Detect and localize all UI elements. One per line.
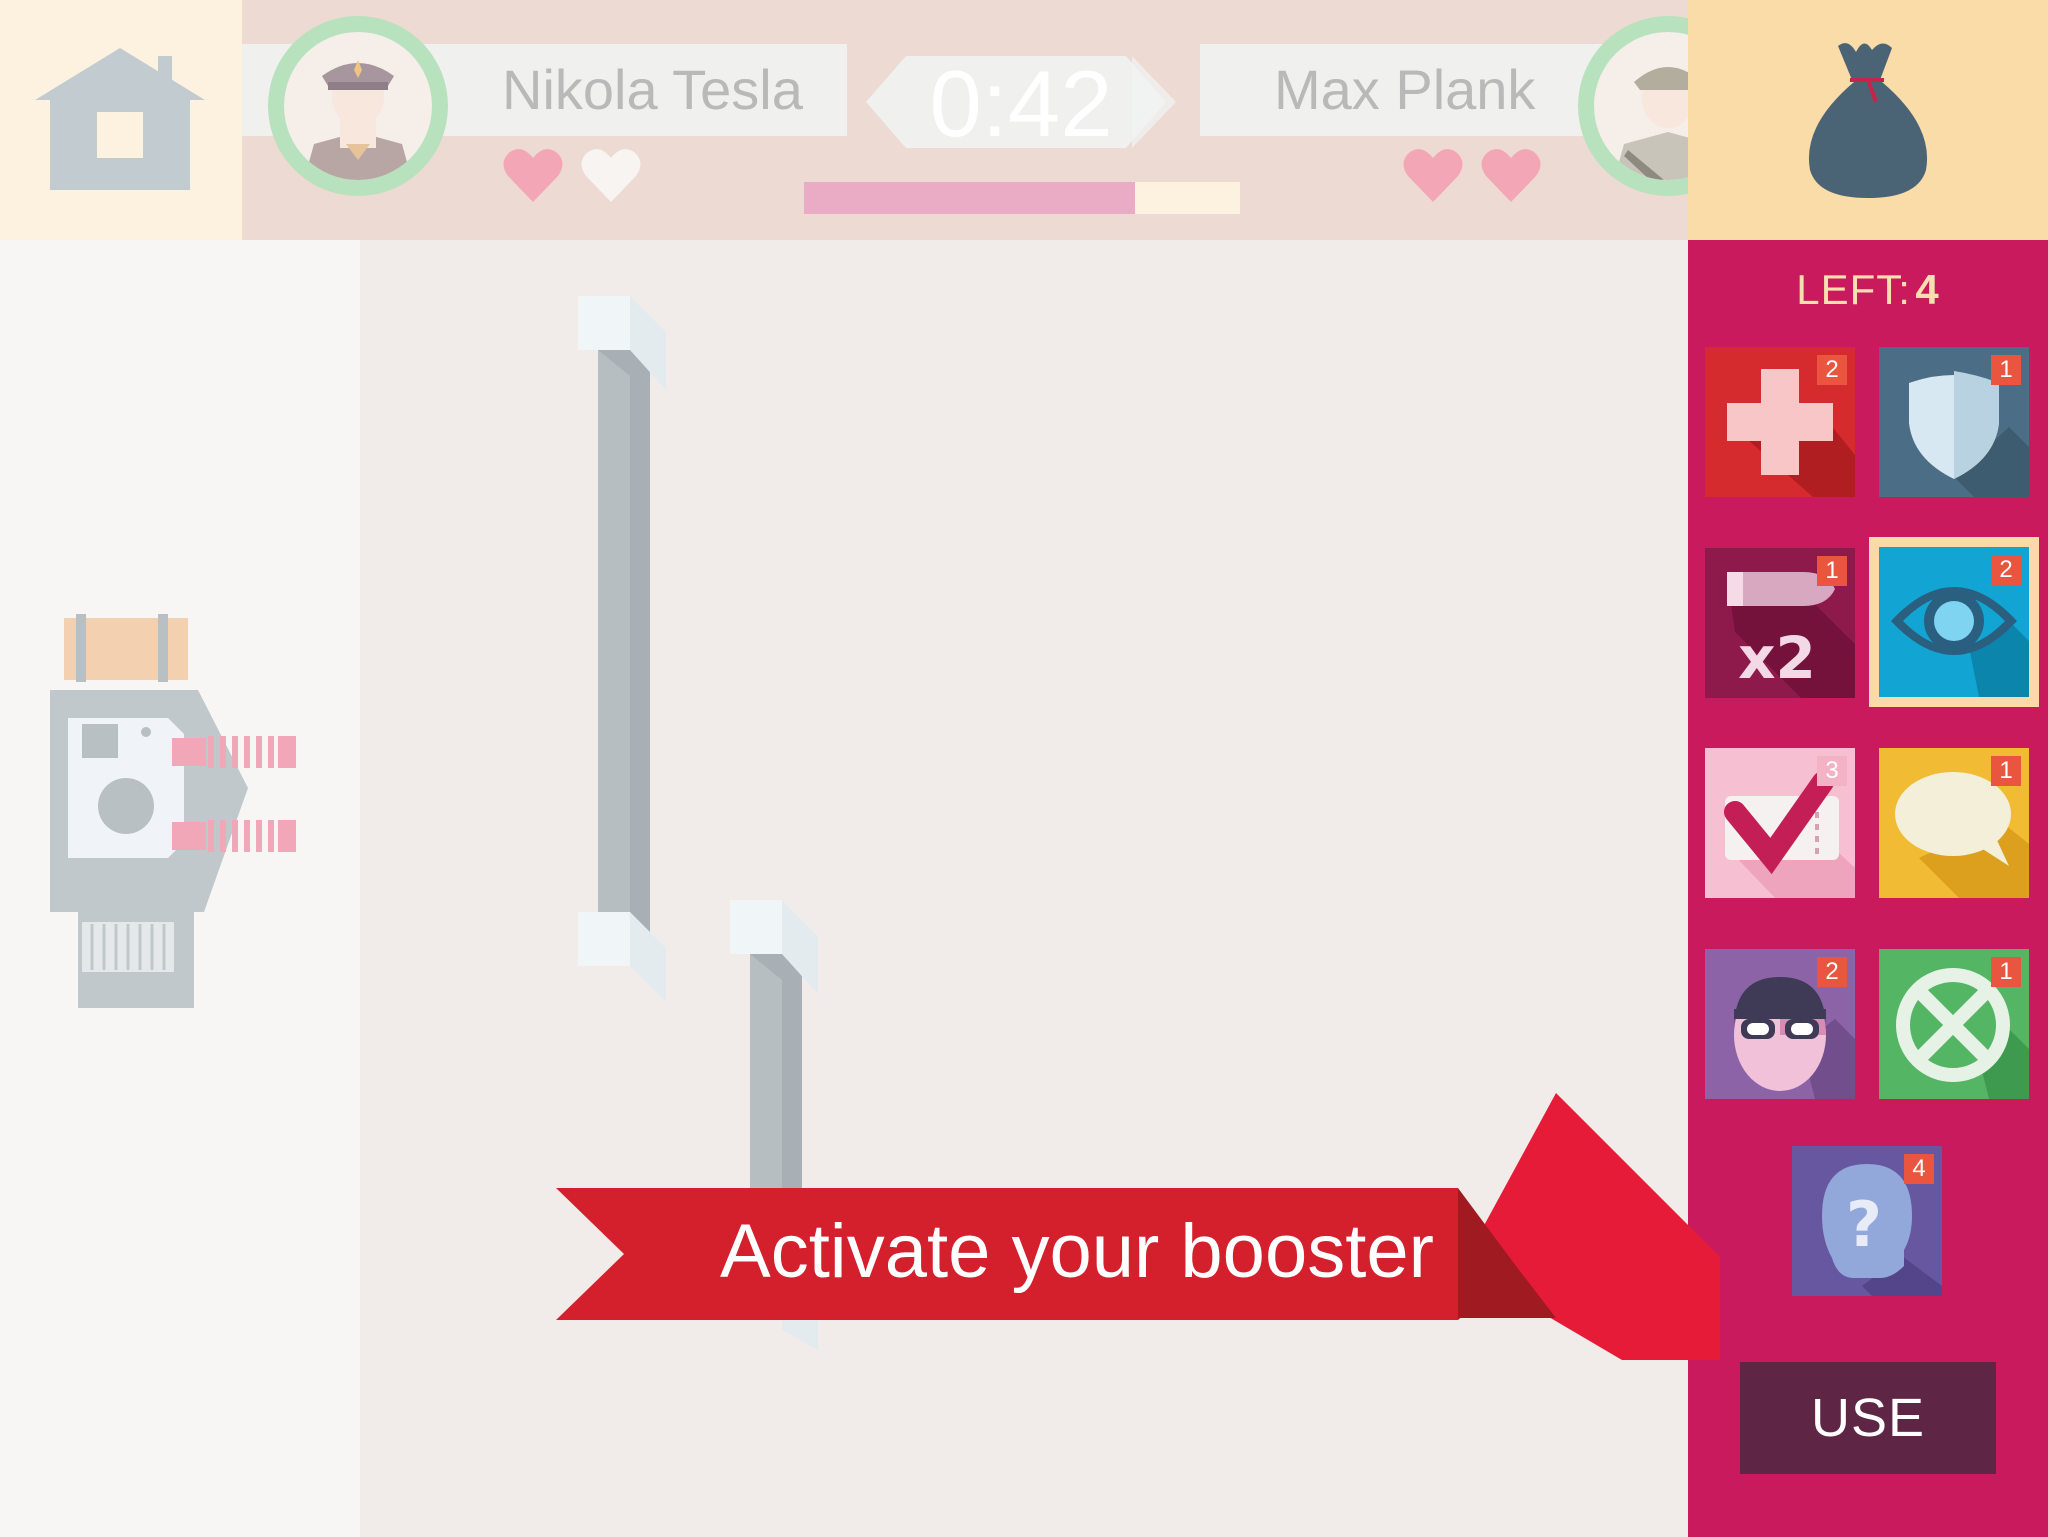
- boosters-left-label: LEFT:: [1796, 266, 1911, 313]
- heart-icon: [1403, 149, 1463, 202]
- booster-cross[interactable]: 1: [1879, 949, 2029, 1099]
- money-bag-icon: [1808, 43, 1928, 198]
- heart-icon: [503, 149, 563, 202]
- use-booster-button[interactable]: USE: [1740, 1362, 1996, 1474]
- booster-double-damage[interactable]: x2 1: [1705, 548, 1855, 698]
- home-button[interactable]: [0, 0, 242, 240]
- booster-count-badge: 2: [1817, 957, 1847, 987]
- match-timer: 0:42: [929, 51, 1113, 156]
- timer-progress-fill: [804, 182, 1136, 214]
- booster-health[interactable]: 2: [1705, 347, 1855, 497]
- booster-mystery[interactable]: ? 4: [1792, 1146, 1942, 1296]
- booster-count-badge: 3: [1817, 756, 1847, 786]
- booster-count-badge: 1: [1991, 355, 2021, 385]
- player-left-hearts: [502, 146, 658, 209]
- timer-progress-track: [804, 182, 1240, 214]
- home-icon: [35, 48, 205, 190]
- inventory-bag-button[interactable]: [1688, 0, 2048, 240]
- booster-count-badge: 2: [1991, 555, 2021, 585]
- tutorial-message: Activate your booster: [720, 1209, 1434, 1294]
- booster-ticket[interactable]: 3: [1705, 748, 1855, 898]
- heart-icon: [581, 149, 641, 202]
- officer-portrait-icon: [304, 60, 412, 180]
- booster-eye[interactable]: 2: [1879, 547, 2029, 697]
- player-right-name: Max Plank: [1274, 58, 1536, 121]
- player-left-name: Nikola Tesla: [502, 58, 803, 121]
- booster-count-badge: 1: [1991, 957, 2021, 987]
- barrier-wall: [578, 296, 672, 1011]
- booster-shield[interactable]: 1: [1879, 347, 2029, 497]
- tank-sprite: [50, 614, 296, 1008]
- booster-count-badge: 4: [1904, 1154, 1934, 1184]
- player-right-avatar: [1578, 16, 1688, 216]
- boosters-left-value: 4: [1915, 266, 1940, 313]
- soldier-portrait-icon: [1614, 67, 1688, 180]
- player-left-avatar: [268, 16, 448, 196]
- player-tank[interactable]: [48, 612, 328, 1017]
- booster-count-badge: 1: [1817, 556, 1847, 586]
- heart-icon: [1481, 149, 1541, 202]
- booster-thief[interactable]: 2: [1705, 949, 1855, 1099]
- svg-text:?: ?: [1846, 1188, 1882, 1261]
- x2-label: x2: [1738, 624, 1816, 692]
- booster-count-badge: 2: [1817, 355, 1847, 385]
- player-right-hearts: [1402, 146, 1558, 209]
- booster-count-badge: 1: [1991, 756, 2021, 786]
- booster-speech[interactable]: 1: [1879, 748, 2029, 898]
- boosters-left-counter: LEFT: 4: [1688, 266, 2048, 314]
